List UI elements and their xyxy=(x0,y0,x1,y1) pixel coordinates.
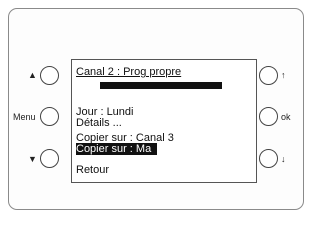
menu-label: Menu xyxy=(13,112,36,122)
increase-button[interactable] xyxy=(259,66,278,85)
device-panel: Canal 2 : Prog propre Jour : Lundi Détai… xyxy=(8,8,304,210)
screen-title: Canal 2 : Prog propre xyxy=(76,66,182,78)
menu-button[interactable] xyxy=(40,107,59,126)
ok-label: ok xyxy=(281,112,291,122)
menu-item-retour[interactable]: Retour xyxy=(76,164,109,176)
arrow-up-icon: ↑ xyxy=(281,70,286,80)
decrease-button[interactable] xyxy=(259,149,278,168)
triangle-up-icon: ▲ xyxy=(28,70,37,80)
up-button[interactable] xyxy=(40,66,59,85)
menu-item-details[interactable]: Détails ... xyxy=(76,117,122,129)
ok-button[interactable] xyxy=(259,107,278,126)
triangle-down-icon: ▼ xyxy=(28,154,37,164)
menu-item-copier-selected[interactable]: Copier sur : Ma xyxy=(76,143,158,155)
down-button[interactable] xyxy=(40,149,59,168)
lcd-screen: Canal 2 : Prog propre Jour : Lundi Détai… xyxy=(71,59,257,183)
selection-bar xyxy=(100,82,222,89)
arrow-down-icon: ↓ xyxy=(281,154,286,164)
